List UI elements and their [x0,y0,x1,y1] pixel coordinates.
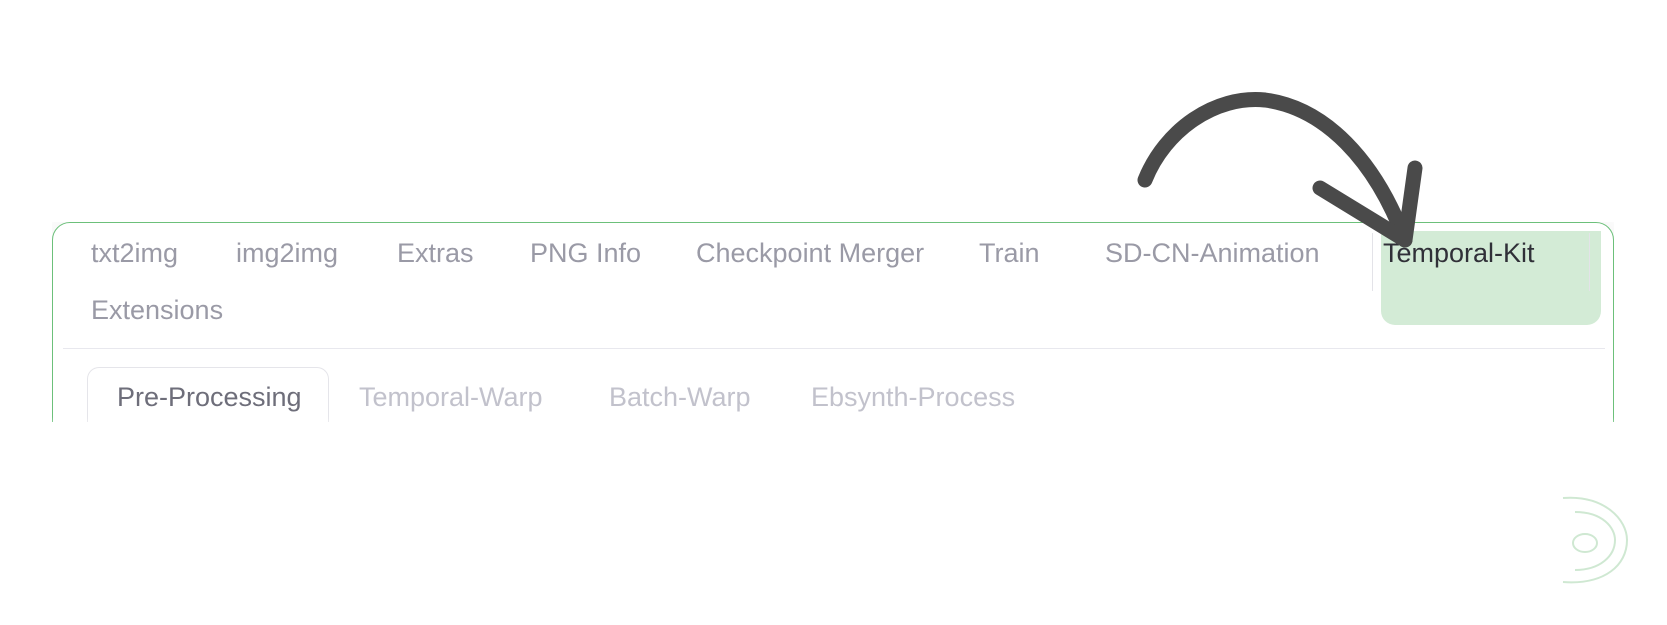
panel-frame: txt2img img2img Extras PNG Info Checkpoi… [52,222,1614,422]
brand-logo-icon [1562,496,1629,584]
tab-train[interactable]: Train [979,233,1040,273]
tab-checkpoint-merger[interactable]: Checkpoint Merger [696,233,924,273]
active-tab-right-border [1589,233,1590,291]
subtab-pre-processing[interactable]: Pre-Processing [117,377,302,417]
tab-extensions[interactable]: Extensions [91,290,223,330]
bottom-fade [52,417,1614,422]
tab-png-info[interactable]: PNG Info [530,233,641,273]
subtab-temporal-warp[interactable]: Temporal-Warp [359,377,543,417]
tab-img2img[interactable]: img2img [236,233,338,273]
subtab-ebsynth-process[interactable]: Ebsynth-Process [811,377,1015,417]
screenshot-stage: txt2img img2img Extras PNG Info Checkpoi… [0,0,1667,625]
active-tab-left-border [1372,233,1373,291]
tab-txt2img[interactable]: txt2img [91,233,178,273]
tabs-panel: txt2img img2img Extras PNG Info Checkpoi… [52,222,1614,422]
tab-temporal-kit[interactable]: Temporal-Kit [1383,233,1535,273]
tab-extras[interactable]: Extras [397,233,474,273]
subtab-batch-warp[interactable]: Batch-Warp [609,377,751,417]
tab-sd-cn-animation[interactable]: SD-CN-Animation [1105,233,1320,273]
